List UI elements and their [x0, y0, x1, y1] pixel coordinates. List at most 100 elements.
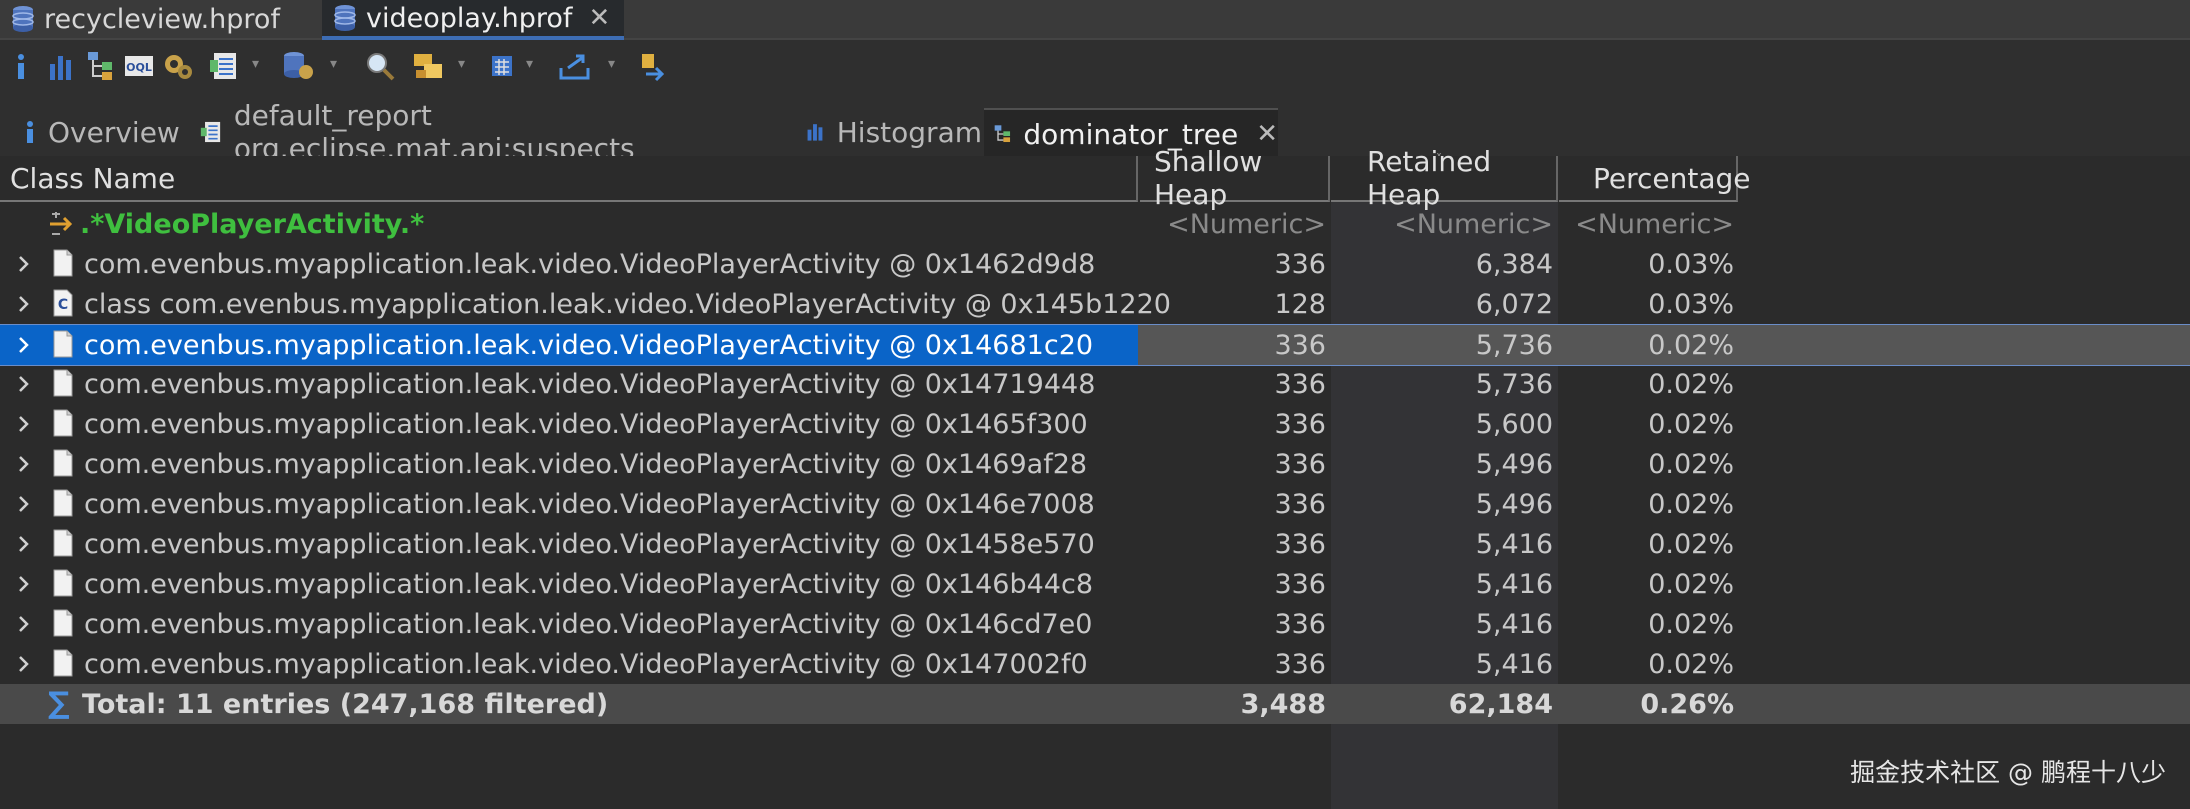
total-row: ∑ Total: 11 entries (247,168 filtered) 3… [0, 684, 2190, 724]
chevron-right-icon[interactable] [12, 372, 36, 396]
retained-heap-cell: 6,384 [1475, 248, 1553, 280]
heap-dump-icon [334, 5, 356, 31]
chevron-down-icon[interactable]: ▾ [526, 56, 533, 88]
tab-label: Histogram [836, 115, 982, 149]
table-row[interactable]: com.evenbus.myapplication.leak.video.Vid… [0, 244, 2190, 284]
shallow-heap-cell: 336 [1274, 248, 1326, 280]
shallow-heap-cell: 336 [1274, 608, 1326, 640]
column-header-retained-heap[interactable]: Retained Heap ˅ [1331, 145, 1558, 211]
shallow-heap-cell: 336 [1274, 329, 1326, 361]
retained-heap-cell: 5,736 [1475, 329, 1553, 361]
retained-heap-cell: 5,496 [1475, 488, 1553, 520]
shallow-heap-cell: 336 [1274, 368, 1326, 400]
object-icon [53, 449, 73, 477]
class-name-filter-input[interactable]: .*VideoPlayerActivity.* [80, 204, 1136, 244]
sum-icon: ∑ [48, 686, 70, 721]
chevron-right-icon[interactable] [12, 333, 36, 357]
calculator-icon[interactable] [490, 50, 514, 82]
chevron-right-icon[interactable] [12, 572, 36, 596]
class-name-cell: com.evenbus.myapplication.leak.video.Vid… [0, 524, 1138, 564]
report-icon [200, 121, 221, 143]
table-row[interactable]: com.evenbus.myapplication.leak.video.Vid… [0, 484, 2190, 524]
watermark: 掘金技术社区 @ 鹏程十八少 [1850, 758, 2166, 787]
table-row[interactable]: com.evenbus.myapplication.leak.video.Vid… [0, 324, 2190, 366]
chevron-right-icon[interactable] [12, 252, 36, 276]
column-header-percentage[interactable]: Percentage [1559, 156, 1751, 202]
class-name-cell: com.evenbus.myapplication.leak.video.Vid… [0, 484, 1138, 524]
table-row[interactable]: com.evenbus.myapplication.leak.video.Vid… [0, 404, 2190, 444]
chevron-right-icon[interactable] [12, 612, 36, 636]
percentage-cell: 0.03% [1648, 248, 1734, 280]
oql-icon[interactable]: OQL [124, 50, 154, 82]
class-name-label: com.evenbus.myapplication.leak.video.Vid… [84, 528, 1095, 560]
retained-heap-cell: 5,416 [1475, 568, 1553, 600]
object-icon [53, 249, 73, 277]
chevron-right-icon[interactable] [12, 652, 36, 676]
tab-overview[interactable]: Overview [14, 108, 190, 156]
group-icon[interactable] [412, 50, 446, 82]
chevron-down-icon[interactable]: ▾ [608, 56, 615, 88]
chevron-down-icon[interactable]: ▾ [330, 56, 337, 88]
class-name-cell: com.evenbus.myapplication.leak.video.Vid… [0, 404, 1138, 444]
shallow-heap-filter-input[interactable]: <Numeric> [1140, 204, 1326, 244]
table-row[interactable]: com.evenbus.myapplication.leak.video.Vid… [0, 644, 2190, 684]
heap-dump-icon [12, 6, 34, 32]
dominator-tree-icon[interactable] [86, 50, 116, 82]
shallow-heap-cell: 128 [1274, 288, 1326, 320]
class-name-cell: com.evenbus.myapplication.leak.video.Vid… [0, 644, 1138, 684]
percentage-cell: 0.02% [1648, 368, 1734, 400]
column-header-class-name[interactable]: Class Name [0, 156, 1138, 202]
export-icon[interactable] [558, 50, 594, 82]
editor-tab-label: videoplay.hprof [366, 2, 573, 34]
percentage-filter-input[interactable]: <Numeric> [1559, 204, 1734, 244]
retained-heap-cell: 5,416 [1475, 528, 1553, 560]
svg-text:OQL: OQL [126, 61, 152, 74]
class-name-cell: com.evenbus.myapplication.leak.video.Vid… [0, 604, 1138, 644]
heap-dump-query-icon[interactable] [282, 50, 314, 82]
percentage-cell: 0.03% [1648, 288, 1734, 320]
editor-tab-label: recycleview.hprof [44, 3, 280, 35]
total-retained-heap: 62,184 [1448, 688, 1553, 720]
column-header-shallow-heap[interactable]: Shallow Heap [1140, 145, 1330, 211]
search-icon[interactable] [364, 50, 396, 82]
table-row[interactable]: com.evenbus.myapplication.leak.video.Vid… [0, 564, 2190, 604]
view-tab-bar: Overview default_report org.eclipse.mat.… [0, 99, 2190, 165]
chevron-right-icon[interactable] [12, 292, 36, 316]
tab-histogram[interactable]: Histogram [796, 108, 982, 156]
chevron-right-icon[interactable] [12, 492, 36, 516]
close-icon[interactable]: ✕ [588, 3, 610, 33]
shallow-heap-cell: 336 [1274, 648, 1326, 680]
percentage-cell: 0.02% [1648, 608, 1734, 640]
table-row[interactable]: Cclass com.evenbus.myapplication.leak.vi… [0, 284, 2190, 324]
chevron-down-icon[interactable]: ▾ [458, 56, 465, 88]
info-icon[interactable] [14, 50, 28, 82]
total-percentage: 0.26% [1640, 688, 1734, 720]
retained-heap-filter-input[interactable]: <Numeric> [1331, 204, 1553, 244]
gears-icon[interactable] [162, 50, 194, 82]
table-row[interactable]: com.evenbus.myapplication.leak.video.Vid… [0, 444, 2190, 484]
editor-tab-videoplay[interactable]: videoplay.hprof ✕ [322, 0, 624, 40]
percentage-cell: 0.02% [1648, 408, 1734, 440]
class-name-label: com.evenbus.myapplication.leak.video.Vid… [84, 408, 1088, 440]
object-icon [53, 649, 73, 677]
table-row[interactable]: com.evenbus.myapplication.leak.video.Vid… [0, 604, 2190, 644]
svg-text:C: C [58, 297, 68, 313]
retained-heap-cell: 5,416 [1475, 648, 1553, 680]
editor-tab-recycleview[interactable]: recycleview.hprof [0, 0, 318, 38]
class-name-cell: com.evenbus.myapplication.leak.video.Vid… [0, 244, 1138, 284]
chevron-down-icon[interactable]: ▾ [252, 56, 259, 88]
chevron-right-icon[interactable] [12, 532, 36, 556]
class-name-cell: com.evenbus.myapplication.leak.video.Vid… [0, 325, 1138, 365]
histogram-icon[interactable] [48, 50, 74, 82]
report-icon[interactable] [208, 50, 240, 82]
percentage-cell: 0.02% [1648, 448, 1734, 480]
shallow-heap-cell: 336 [1274, 408, 1326, 440]
arrow-to-object-icon[interactable] [638, 50, 670, 82]
table-row[interactable]: com.evenbus.myapplication.leak.video.Vid… [0, 364, 2190, 404]
object-icon [53, 489, 73, 517]
chevron-right-icon[interactable] [12, 412, 36, 436]
chevron-right-icon[interactable] [12, 452, 36, 476]
tab-default-report[interactable]: default_report org.eclipse.mat.api:suspe… [190, 99, 786, 165]
shallow-heap-cell: 336 [1274, 488, 1326, 520]
table-row[interactable]: com.evenbus.myapplication.leak.video.Vid… [0, 524, 2190, 564]
